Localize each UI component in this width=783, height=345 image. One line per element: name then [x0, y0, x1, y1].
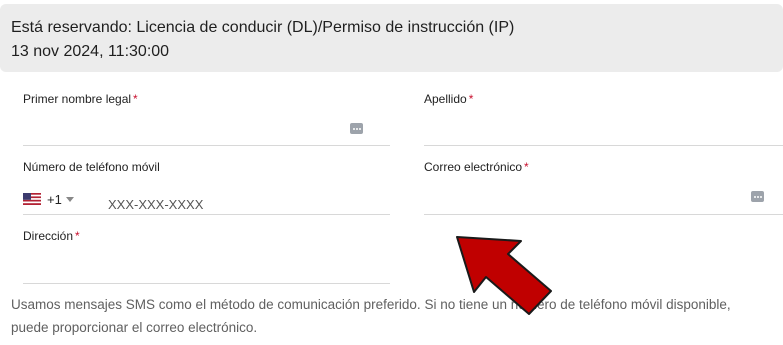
red-arrow-icon [456, 236, 552, 315]
